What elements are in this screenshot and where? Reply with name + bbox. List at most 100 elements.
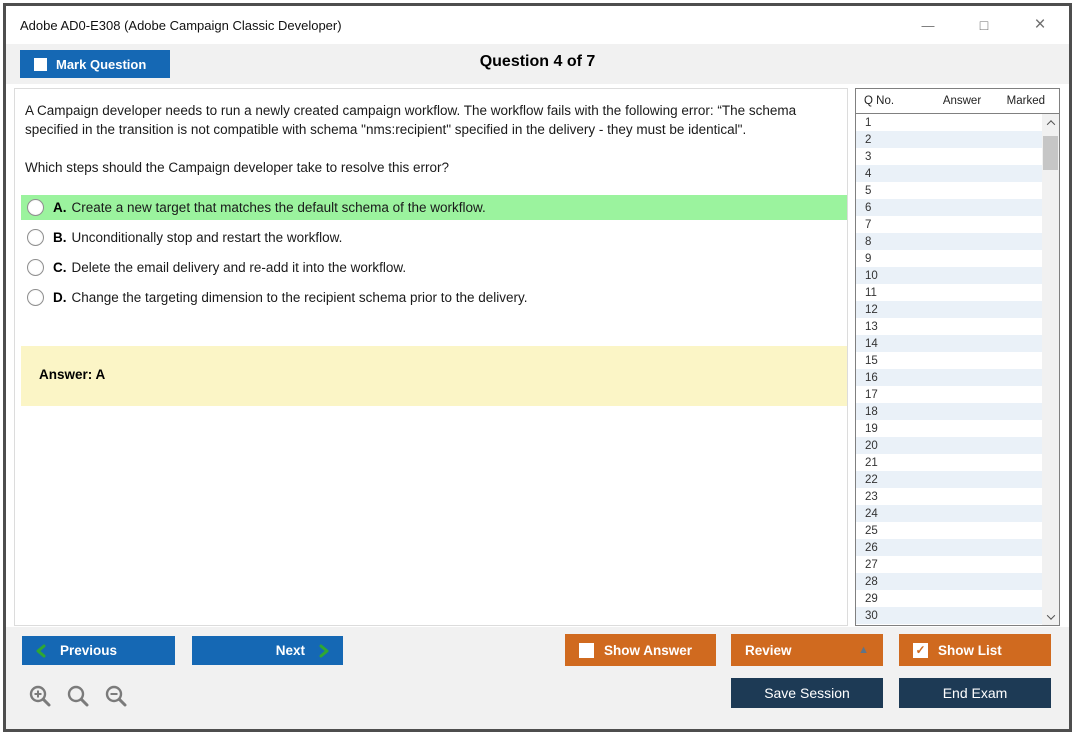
question-panel: A Campaign developer needs to run a newl… (14, 88, 848, 626)
title-bar: Adobe AD0-E308 (Adobe Campaign Classic D… (6, 6, 1069, 44)
option-letter: A. (53, 200, 67, 215)
question-number: 4 (865, 167, 872, 180)
question-list-row[interactable]: 22 (856, 471, 1042, 488)
question-list-row[interactable]: 10 (856, 267, 1042, 284)
end-exam-button[interactable]: End Exam (899, 678, 1051, 708)
radio-button[interactable] (27, 289, 44, 306)
answer-box: Answer: A (21, 346, 847, 406)
question-list-header: Q No. Answer Marked (856, 89, 1059, 114)
column-header-marked: Marked (1006, 95, 1045, 107)
question-list-row[interactable]: 16 (856, 369, 1042, 386)
column-header-qno: Q No. (864, 95, 895, 107)
option-row-d[interactable]: D. Change the targeting dimension to the… (21, 285, 847, 310)
review-button[interactable]: Review ▲ (731, 634, 883, 666)
question-list-row[interactable]: 11 (856, 284, 1042, 301)
chevron-left-icon (36, 644, 46, 657)
question-list-row[interactable]: 9 (856, 250, 1042, 267)
scrollbar-thumb[interactable] (1043, 136, 1058, 170)
question-number: 14 (865, 337, 878, 350)
question-list-row[interactable]: 14 (856, 335, 1042, 352)
question-list-row[interactable]: 17 (856, 386, 1042, 403)
option-text: Delete the email delivery and re-add it … (71, 260, 407, 275)
question-list-row[interactable]: 30 (856, 607, 1042, 624)
question-list-row[interactable]: 13 (856, 318, 1042, 335)
question-number: 21 (865, 456, 878, 469)
header-strip: Mark Question Question 4 of 7 (6, 44, 1069, 84)
question-counter: Question 4 of 7 (479, 53, 596, 70)
question-list-row[interactable]: 7 (856, 216, 1042, 233)
question-list-row[interactable]: 29 (856, 590, 1042, 607)
review-label: Review (745, 642, 792, 658)
question-list-row[interactable]: 26 (856, 539, 1042, 556)
show-list-button[interactable]: ✓ Show List (899, 634, 1051, 666)
question-list-row[interactable]: 15 (856, 352, 1042, 369)
zoom-out-icon[interactable] (104, 684, 129, 709)
scroll-down-icon[interactable] (1042, 608, 1059, 625)
radio-button[interactable] (27, 229, 44, 246)
options-list: A. Create a new target that matches the … (21, 195, 847, 315)
question-number: 5 (865, 184, 872, 197)
question-list-row[interactable]: 18 (856, 403, 1042, 420)
question-list-row[interactable]: 20 (856, 437, 1042, 454)
question-number: 11 (865, 286, 877, 299)
question-list-row[interactable]: 3 (856, 148, 1042, 165)
show-list-checkbox-icon: ✓ (913, 642, 928, 658)
question-list-row[interactable]: 23 (856, 488, 1042, 505)
window-title: Adobe AD0-E308 (Adobe Campaign Classic D… (20, 17, 342, 33)
zoom-in-icon[interactable] (28, 684, 53, 709)
question-list-row[interactable]: 21 (856, 454, 1042, 471)
option-row-a[interactable]: A. Create a new target that matches the … (21, 195, 847, 220)
question-list-row[interactable]: 5 (856, 182, 1042, 199)
question-list-row[interactable]: 25 (856, 522, 1042, 539)
radio-button[interactable] (27, 199, 44, 216)
question-list-panel: Q No. Answer Marked 1 2 3 4 5 6 7 8 9 10 11 12 13 14 1… (855, 88, 1060, 626)
scroll-up-icon[interactable] (1042, 114, 1059, 131)
question-list-row[interactable]: 24 (856, 505, 1042, 522)
next-button[interactable]: Next (192, 636, 343, 665)
question-number: 17 (865, 388, 878, 401)
question-list-row[interactable]: 28 (856, 573, 1042, 590)
question-number: 12 (865, 303, 878, 316)
question-number: 29 (865, 592, 878, 605)
minimize-icon[interactable]: — (917, 14, 939, 36)
previous-label: Previous (60, 643, 118, 658)
question-list-row[interactable]: 27 (856, 556, 1042, 573)
option-row-b[interactable]: B. Unconditionally stop and restart the … (21, 225, 847, 250)
previous-button[interactable]: Previous (22, 636, 175, 665)
save-session-button[interactable]: Save Session (731, 678, 883, 708)
question-number: 27 (865, 558, 878, 571)
question-list-row[interactable]: 19 (856, 420, 1042, 437)
option-text: Change the targeting dimension to the re… (71, 290, 528, 305)
question-number: 9 (865, 252, 872, 265)
question-list-row[interactable]: 8 (856, 233, 1042, 250)
save-session-label: Save Session (764, 685, 850, 701)
question-number: 15 (865, 354, 878, 367)
option-text: Unconditionally stop and restart the wor… (71, 230, 343, 245)
question-list-row[interactable]: 4 (856, 165, 1042, 182)
question-list-scrollbar[interactable] (1042, 114, 1059, 625)
question-number: 8 (865, 235, 872, 248)
end-exam-label: End Exam (942, 685, 1008, 701)
option-letter: C. (53, 260, 67, 275)
question-number: 18 (865, 405, 878, 418)
question-text: A Campaign developer needs to run a newl… (25, 101, 837, 196)
question-list-row[interactable]: 1 (856, 114, 1042, 131)
chevron-right-icon (319, 644, 329, 657)
question-list-row[interactable]: 12 (856, 301, 1042, 318)
show-answer-label: Show Answer (604, 642, 693, 658)
question-list-row[interactable]: 2 (856, 131, 1042, 148)
show-answer-button[interactable]: Show Answer (565, 634, 716, 666)
question-number: 3 (865, 150, 872, 163)
question-number: 1 (865, 116, 872, 129)
close-icon[interactable]: × (1029, 14, 1051, 36)
question-list-row[interactable]: 6 (856, 199, 1042, 216)
radio-button[interactable] (27, 259, 44, 276)
next-label: Next (275, 643, 305, 658)
maximize-icon[interactable]: □ (973, 14, 995, 36)
zoom-reset-icon[interactable] (66, 684, 91, 709)
option-row-c[interactable]: C. Delete the email delivery and re-add … (21, 255, 847, 280)
zoom-tools (28, 684, 129, 709)
footer-strip: Previous Next Show Answer Review ▲ ✓ Sho… (6, 627, 1069, 729)
option-text: Create a new target that matches the def… (71, 200, 486, 215)
show-answer-checkbox-icon (579, 642, 594, 658)
